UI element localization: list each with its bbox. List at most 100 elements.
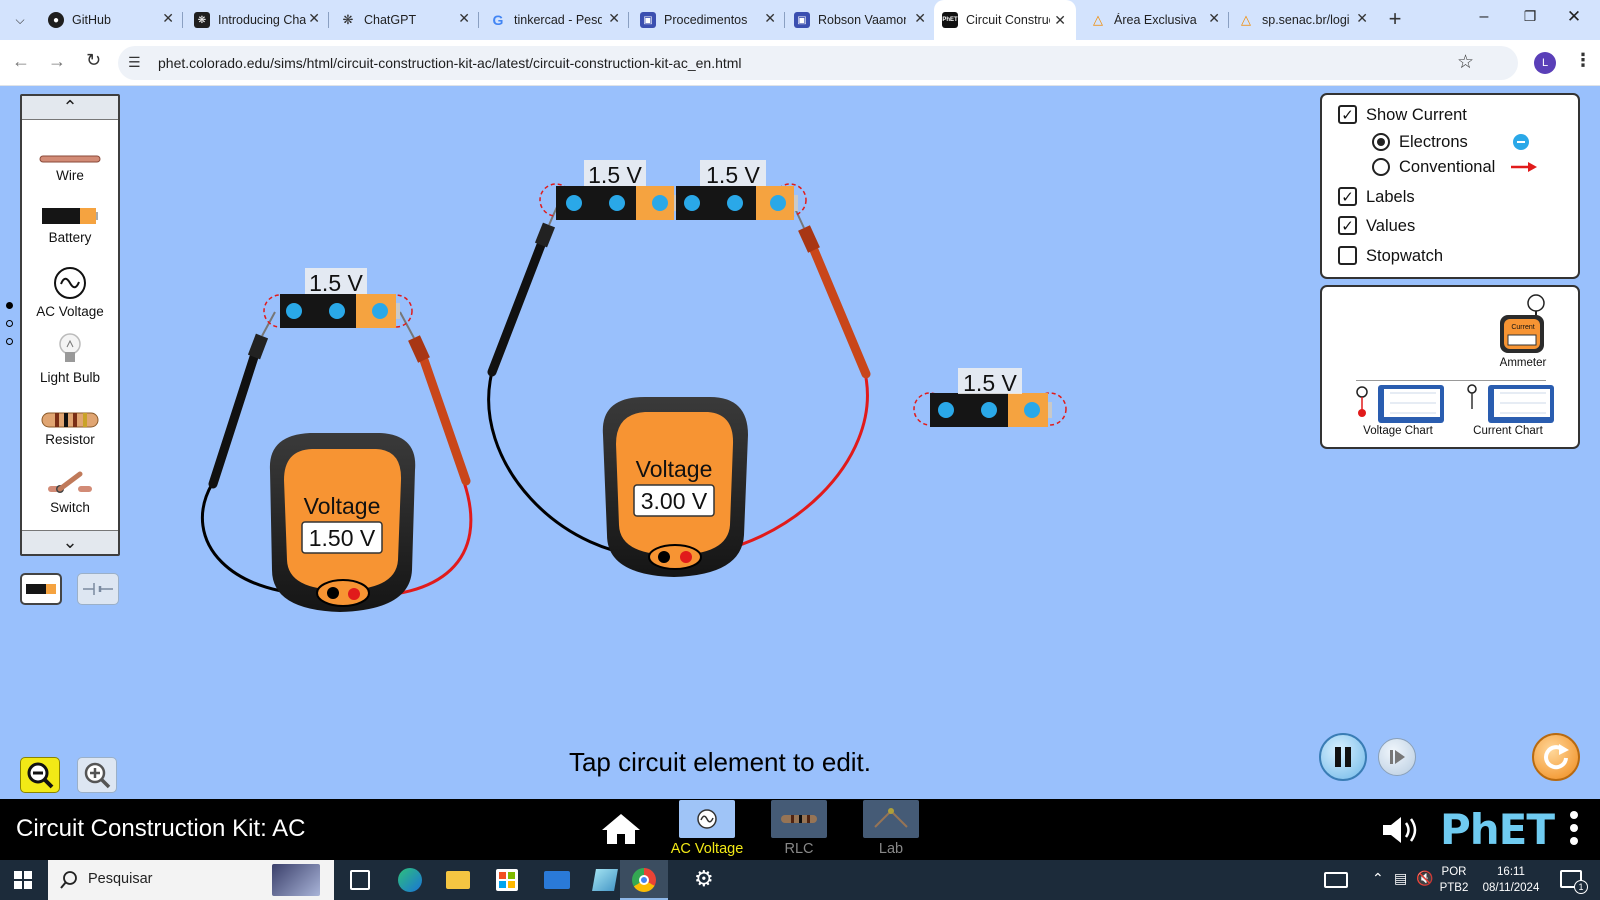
url-text[interactable]: phet.colorado.edu/sims/html/circuit-cons… — [158, 55, 742, 71]
tab-area-exclusiva[interactable]: △ Área Exclusiva ✕ — [1090, 7, 1220, 33]
close-tab-icon[interactable]: ✕ — [458, 10, 470, 27]
close-tab-icon[interactable]: ✕ — [308, 10, 320, 27]
conventional-radio[interactable] — [1372, 158, 1390, 176]
step-forward-button[interactable] — [1378, 738, 1416, 776]
tab-chatgpt[interactable]: ❋ ChatGPT ✕ — [340, 7, 470, 33]
tab-github[interactable]: ● GitHub ✕ — [48, 7, 174, 33]
carousel-page-dot[interactable] — [6, 302, 13, 309]
voltmeter-middle[interactable] — [602, 397, 748, 577]
chrome-taskbar-button[interactable] — [620, 860, 668, 900]
black-probe-left[interactable] — [208, 311, 276, 489]
screen-tab-lab[interactable]: Lab — [862, 800, 920, 857]
settings-gear-icon[interactable]: ⚙ — [694, 866, 714, 892]
electrons-radio[interactable] — [1372, 133, 1390, 151]
zoom-out-button[interactable] — [20, 757, 60, 793]
bookmark-star-icon[interactable]: ☆ — [1457, 51, 1474, 74]
close-tab-icon[interactable]: ✕ — [764, 10, 776, 27]
task-view-icon[interactable] — [350, 870, 370, 890]
tab-senac-login[interactable]: △ sp.senac.br/login ✕ — [1238, 7, 1368, 33]
reload-icon[interactable]: ↻ — [86, 50, 101, 71]
lifelike-view-button[interactable] — [20, 573, 62, 605]
reset-all-button[interactable] — [1532, 733, 1580, 781]
app-icon[interactable] — [592, 869, 618, 891]
input-language[interactable]: POR PTB2 — [1436, 864, 1472, 896]
battery-3[interactable] — [676, 183, 807, 220]
home-screen-button[interactable] — [600, 812, 642, 851]
network-icon[interactable]: ▤ — [1394, 870, 1407, 887]
tab-search-dropdown[interactable]: ⌵ — [8, 8, 32, 32]
phet-icon: PhET — [942, 12, 958, 28]
close-tab-icon[interactable]: ✕ — [914, 10, 926, 27]
battery-4[interactable] — [913, 392, 1067, 427]
toolbox-item-wire[interactable]: Wire — [22, 154, 118, 183]
mail-icon[interactable] — [544, 871, 570, 889]
stopwatch-checkbox[interactable] — [1338, 246, 1357, 265]
volume-muted-icon[interactable]: 🔇 — [1416, 870, 1433, 887]
edge-icon[interactable] — [398, 868, 422, 892]
schematic-view-button[interactable] — [77, 573, 119, 605]
voltmeter-left[interactable] — [269, 433, 416, 612]
labels-checkbox[interactable]: ✓ — [1338, 187, 1357, 206]
screen-tab-rlc[interactable]: RLC — [770, 800, 828, 857]
electron — [372, 303, 388, 319]
sound-toggle-button[interactable] — [1380, 813, 1422, 852]
close-tab-icon[interactable]: ✕ — [1054, 12, 1066, 29]
notification-center-icon[interactable]: 1 — [1560, 870, 1588, 894]
restore-window-icon[interactable]: ❐ — [1520, 8, 1540, 30]
phet-menu-icon[interactable] — [1568, 811, 1580, 845]
toolbox-item-battery[interactable]: Battery — [22, 206, 118, 245]
close-tab-icon[interactable]: ✕ — [162, 10, 174, 27]
screen-tab-ac-voltage[interactable]: AC Voltage — [671, 800, 743, 857]
phet-logo-button[interactable]: PhET — [1440, 805, 1555, 854]
battery-2[interactable] — [539, 183, 678, 220]
tab-robson-vaamonde[interactable]: ▣ Robson Vaamonde ✕ — [794, 7, 926, 33]
tab-introducing-chatgpt[interactable]: ❋ Introducing ChatGPT ✕ — [194, 7, 320, 33]
toolbox-item-ac-voltage[interactable]: AC Voltage — [22, 266, 118, 319]
tray-chevron-icon[interactable]: ⌃ — [1372, 870, 1384, 887]
values-checkbox[interactable]: ✓ — [1338, 216, 1357, 235]
zoom-in-button[interactable] — [77, 757, 117, 793]
carousel-down-button[interactable]: ⌄ — [22, 530, 118, 554]
close-tab-icon[interactable]: ✕ — [1356, 10, 1368, 27]
current-chart-tool[interactable]: Current Chart — [1460, 383, 1556, 443]
url-box[interactable]: ☰ phet.colorado.edu/sims/html/circuit-co… — [118, 46, 1518, 80]
back-arrow-icon[interactable]: ← — [12, 51, 30, 72]
site-settings-icon[interactable]: ☰ — [128, 54, 141, 71]
start-button[interactable] — [14, 871, 32, 894]
show-current-label: Show Current — [1366, 106, 1467, 124]
black-probe-middle[interactable] — [487, 199, 561, 377]
carousel-page-dot[interactable] — [6, 320, 13, 327]
battery-1[interactable] — [263, 294, 413, 328]
keyboard-icon[interactable] — [1324, 872, 1348, 888]
browser-menu-icon[interactable]: ⋮ — [1574, 50, 1592, 71]
carousel-up-button[interactable]: ⌃ — [22, 96, 118, 120]
red-probe-middle[interactable] — [791, 201, 871, 379]
close-window-icon[interactable]: ✕ — [1564, 7, 1584, 29]
tab-circuit-construction-kit[interactable]: PhET Circuit Construction Kit: AC ✕ — [934, 0, 1076, 40]
toolbox-item-label: AC Voltage — [36, 304, 104, 319]
profile-avatar[interactable]: L — [1534, 52, 1556, 74]
tab-tinkercad-search[interactable]: G tinkercad - Pesquisa Google ✕ — [490, 7, 620, 33]
clock[interactable]: 16:11 08/11/2024 — [1478, 864, 1544, 896]
toolbox-item-switch[interactable]: Switch — [22, 468, 118, 515]
battery-label: 1.5 V — [963, 370, 1017, 396]
minimize-window-icon[interactable]: – — [1474, 8, 1494, 30]
show-current-checkbox[interactable]: ✓ — [1338, 105, 1357, 124]
voltage-chart-tool[interactable]: Voltage Chart — [1350, 383, 1446, 443]
tab-procedimentos[interactable]: ▣ Procedimentos ✕ — [640, 7, 776, 33]
taskbar-search-box[interactable]: Pesquisar — [48, 860, 334, 900]
new-tab-button[interactable]: + — [1382, 6, 1408, 32]
toolbox-item-resistor[interactable]: Resistor — [22, 412, 118, 447]
close-tab-icon[interactable]: ✕ — [608, 10, 620, 27]
forward-arrow-icon[interactable]: → — [48, 51, 66, 72]
toolbox-item-light-bulb[interactable]: Light Bulb — [22, 332, 118, 385]
voltmeter-title: Voltage — [636, 456, 713, 482]
ammeter-tool[interactable]: Current Ammeter — [1490, 293, 1556, 373]
step-forward-icon — [1390, 750, 1405, 764]
circuit-element-toolbox: ⌃ Wire Battery AC Voltage Light Bulb Res… — [20, 94, 120, 556]
carousel-page-dot[interactable] — [6, 338, 13, 345]
close-tab-icon[interactable]: ✕ — [1208, 10, 1220, 27]
microsoft-store-icon[interactable] — [496, 869, 518, 891]
file-explorer-icon[interactable] — [446, 871, 470, 889]
pause-button[interactable] — [1319, 733, 1367, 781]
